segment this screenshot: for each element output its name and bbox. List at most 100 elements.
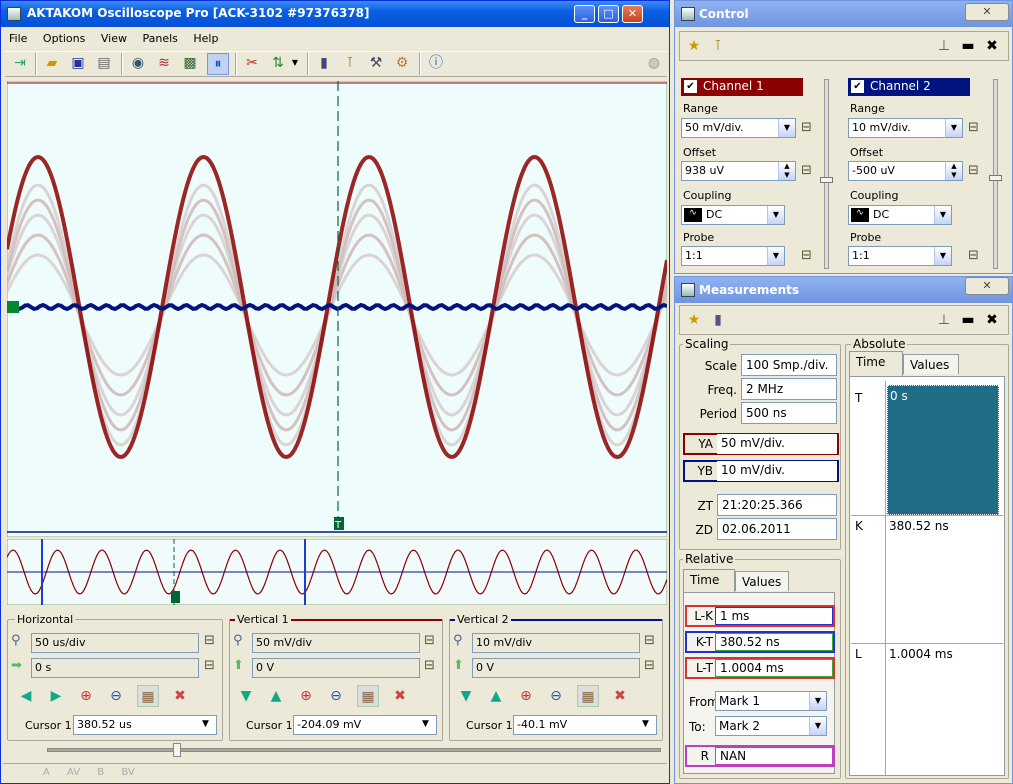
ch2-probe-dropdown-icon[interactable]: ▼ <box>934 247 951 265</box>
menu-file[interactable]: File <box>3 29 33 45</box>
measurements-book-icon[interactable]: ▮ <box>707 309 729 331</box>
v2-zoom-out-icon[interactable]: ⊖ <box>545 685 567 707</box>
ch1-coupling-select[interactable]: ∿ DC ▼ <box>681 205 785 225</box>
save-icon[interactable]: ▣ <box>67 53 89 75</box>
v1-up-icon[interactable]: ▲ <box>265 685 287 707</box>
control-minimize-icon[interactable]: ▬ <box>957 35 979 57</box>
ch1-coupling-dropdown-icon[interactable]: ▼ <box>767 206 784 224</box>
to-select[interactable]: Mark 2 ▼ <box>715 716 827 736</box>
record-icon[interactable]: ◍ <box>643 53 665 75</box>
ch2-range-select[interactable]: 10 mV/div. ▼ <box>848 118 963 138</box>
v2-offset-field[interactable]: 0 V <box>472 658 640 678</box>
ch1-probe-select[interactable]: 1:1 ▼ <box>681 246 785 266</box>
open-folder-icon[interactable]: ▰ <box>41 53 63 75</box>
ch2-coupling-dropdown-icon[interactable]: ▼ <box>934 206 951 224</box>
ch2-offset-spinner-icon[interactable]: ▲ ▼ <box>945 162 962 180</box>
exit-icon[interactable]: ⇥ <box>9 53 31 75</box>
ch1-offset-spinner-icon[interactable]: ▲ ▼ <box>778 162 795 180</box>
ch1-checkbox[interactable]: ✔ <box>684 80 697 93</box>
v2-fit-icon[interactable]: ▦ <box>577 685 599 707</box>
v1-zoom-out-icon[interactable]: ⊖ <box>325 685 347 707</box>
v1-down-icon[interactable]: ▼ <box>235 685 257 707</box>
timebase-field[interactable]: 50 us/div <box>31 633 199 653</box>
print-icon[interactable]: ▤ <box>93 53 115 75</box>
control-favorite-icon[interactable]: ★ <box>683 35 705 57</box>
settings-icon[interactable]: ⚙ <box>391 53 413 75</box>
zoom-out-icon[interactable]: ⊖ <box>105 685 127 707</box>
measurements-favorite-icon[interactable]: ★ <box>683 309 705 331</box>
control-close-icon[interactable]: ✖ <box>981 35 1003 57</box>
scroll-right-icon[interactable]: ▶ <box>45 685 67 707</box>
v1-range-lock-icon[interactable]: ⊟ <box>424 633 435 648</box>
v1-reset-icon[interactable]: ✖ <box>389 685 411 707</box>
ch2-probe-lock-icon[interactable]: ⊟ <box>968 248 979 263</box>
ch2-level-thumb[interactable] <box>989 175 1002 181</box>
pause-icon[interactable]: ⏸ <box>207 53 229 75</box>
fit-icon[interactable]: ▦ <box>137 685 159 707</box>
measurements-close-icon[interactable]: ✖ <box>981 309 1003 331</box>
from-select[interactable]: Mark 1 ▼ <box>715 691 827 711</box>
v2-range-field[interactable]: 10 mV/div <box>472 633 640 653</box>
relative-tab-values[interactable]: Values <box>735 571 789 591</box>
control-close-button[interactable]: ✕ <box>965 3 1009 21</box>
position-lock-icon[interactable]: ⊟ <box>204 658 215 673</box>
ch2-header[interactable]: ✔ Channel 2 <box>848 78 970 96</box>
ch2-level-slider[interactable] <box>993 79 998 269</box>
ch1-header[interactable]: ✔ Channel 1 <box>681 78 803 96</box>
overview-plot[interactable] <box>7 539 667 605</box>
position-field[interactable]: 0 s <box>31 658 199 678</box>
v1-offset-field[interactable]: 0 V <box>252 658 420 678</box>
ch1-offset-input[interactable]: 938 uV ▲ ▼ <box>681 161 796 181</box>
v2-cursor-field[interactable]: -40.1 mV <box>513 715 657 735</box>
v2-reset-icon[interactable]: ✖ <box>609 685 631 707</box>
ch1-probe-lock-icon[interactable]: ⊟ <box>801 248 812 263</box>
ch2-coupling-select[interactable]: ∿ DC ▼ <box>848 205 952 225</box>
ch1-level-thumb[interactable] <box>820 177 833 183</box>
timebase-lock-icon[interactable]: ⊟ <box>204 633 215 648</box>
minimize-button[interactable]: _ <box>574 5 595 23</box>
absolute-tab-values[interactable]: Values <box>903 354 959 374</box>
absolute-tab-time[interactable]: Time <box>849 351 903 377</box>
overview-trigger-icon[interactable] <box>171 591 180 603</box>
measure-tool-icon[interactable]: ⊺ <box>339 53 361 75</box>
control-pin-icon[interactable]: ⊥ <box>933 35 955 57</box>
reset-icon[interactable]: ✖ <box>169 685 191 707</box>
ch2-checkbox[interactable]: ✔ <box>851 80 864 93</box>
relative-tab-time[interactable]: Time <box>683 569 735 593</box>
measurements-minimize-icon[interactable]: ▬ <box>957 309 979 331</box>
arrow-icon[interactable]: ⇅ <box>267 53 289 75</box>
menu-options[interactable]: Options <box>37 29 91 45</box>
time-slider-thumb[interactable] <box>173 743 181 757</box>
zoom-in-icon[interactable]: ⊕ <box>75 685 97 707</box>
ch2-offset-lock-icon[interactable]: ⊟ <box>968 163 979 178</box>
v1-fit-icon[interactable]: ▦ <box>357 685 379 707</box>
v2-range-lock-icon[interactable]: ⊟ <box>644 633 655 648</box>
ch2-range-lock-icon[interactable]: ⊟ <box>968 120 979 135</box>
v2-zoom-in-icon[interactable]: ⊕ <box>515 685 537 707</box>
waveform-icon[interactable]: ≋ <box>153 53 175 75</box>
v1-range-field[interactable]: 50 mV/div <box>252 633 420 653</box>
measurements-close-button[interactable]: ✕ <box>965 277 1009 295</box>
ch2-offset-input[interactable]: -500 uV ▲ ▼ <box>848 161 963 181</box>
v2-cursor-dropdown-icon[interactable]: ▼ <box>642 719 649 729</box>
ch1-level-slider[interactable] <box>824 79 829 269</box>
ch1-range-dropdown-icon[interactable]: ▼ <box>778 119 795 137</box>
scroll-left-icon[interactable]: ◀ <box>15 685 37 707</box>
menu-help[interactable]: Help <box>187 29 224 45</box>
ch2-range-dropdown-icon[interactable]: ▼ <box>945 119 962 137</box>
screen-icon[interactable]: ▩ <box>179 53 201 75</box>
ch1-probe-dropdown-icon[interactable]: ▼ <box>767 247 784 265</box>
to-dropdown-icon[interactable]: ▼ <box>809 717 826 735</box>
maximize-button[interactable]: □ <box>598 5 619 23</box>
v1-cursor-dropdown-icon[interactable]: ▼ <box>422 719 429 729</box>
dropdown-arrow-icon[interactable]: ▼ <box>289 53 301 75</box>
horizontal-cursor-dropdown-icon[interactable]: ▼ <box>202 719 209 729</box>
horizontal-cursor-field[interactable]: 380.52 us <box>73 715 217 735</box>
about-icon[interactable]: ⓘ <box>425 53 447 75</box>
cut-icon[interactable]: ✂ <box>241 53 263 75</box>
display-icon[interactable]: ◉ <box>127 53 149 75</box>
tools-icon[interactable]: ⚒ <box>365 53 387 75</box>
v2-offset-lock-icon[interactable]: ⊟ <box>644 658 655 673</box>
v2-up-icon[interactable]: ▲ <box>485 685 507 707</box>
measurements-pin-icon[interactable]: ⊥ <box>933 309 955 331</box>
